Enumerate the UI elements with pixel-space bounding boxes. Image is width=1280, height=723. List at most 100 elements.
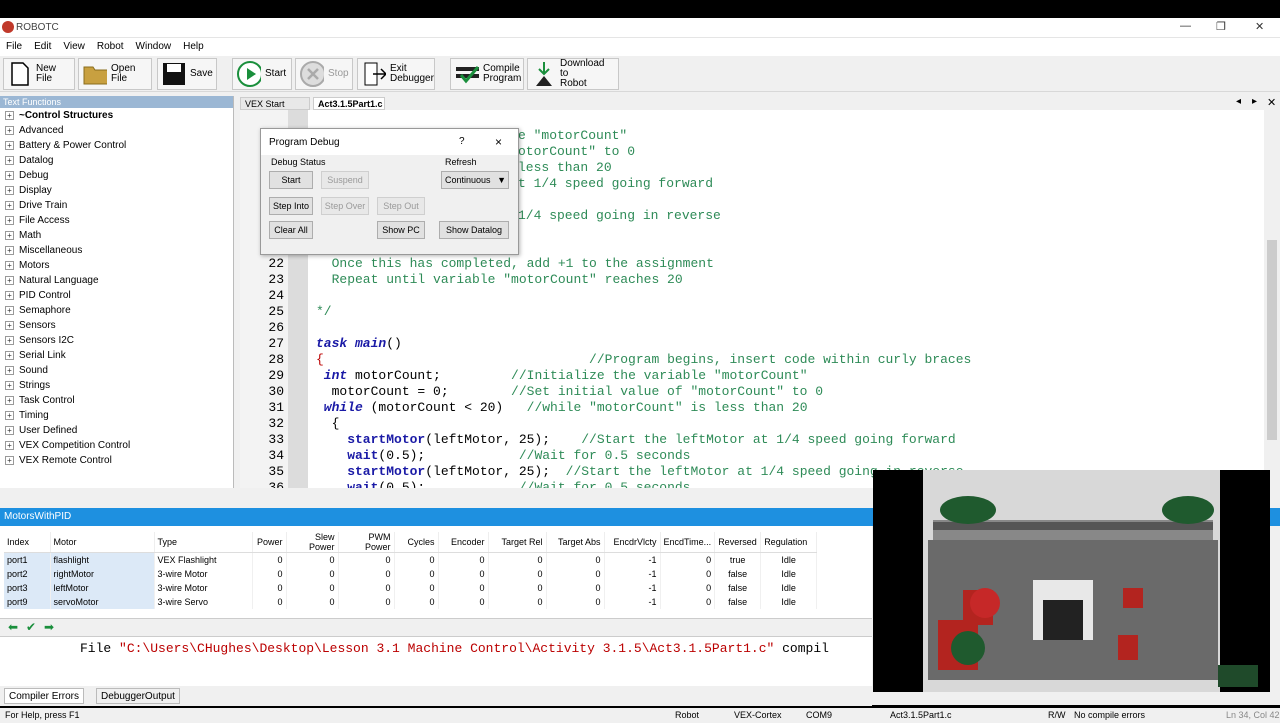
- tree-item[interactable]: + Semaphore: [0, 303, 233, 318]
- column-header[interactable]: Regulation: [760, 532, 818, 553]
- show-datalog-button[interactable]: Show Datalog: [439, 221, 509, 239]
- table-row[interactable]: port2 rightMotor 3-wire Motor 0 0 0 0 0 0 0 -1 0 fal…: [4, 566, 818, 581]
- tree-item[interactable]: + Strings: [0, 378, 233, 393]
- tree-item[interactable]: + Task Control: [0, 393, 233, 408]
- column-header[interactable]: Encoder: [438, 532, 489, 553]
- step-out-button[interactable]: Step Out: [377, 197, 425, 215]
- compiler-output[interactable]: File "C:\Users\CHughes\Desktop\Lesson 3.…: [0, 636, 872, 686]
- clear-all-button[interactable]: Clear All: [269, 221, 313, 239]
- expand-icon[interactable]: +: [5, 396, 14, 405]
- column-header[interactable]: Motor: [50, 532, 155, 553]
- expand-icon[interactable]: +: [5, 171, 14, 180]
- show-pc-button[interactable]: Show PC: [377, 221, 425, 239]
- expand-icon[interactable]: +: [5, 351, 14, 360]
- tree-item[interactable]: + Serial Link: [0, 348, 233, 363]
- scrollbar-thumb[interactable]: [1267, 240, 1277, 440]
- expand-icon[interactable]: +: [5, 246, 14, 255]
- menu-window[interactable]: Window: [130, 38, 178, 55]
- download-to-robot-button[interactable]: Download to Robot: [527, 58, 619, 90]
- help-icon[interactable]: ?: [459, 136, 465, 147]
- arrow-right-icon[interactable]: ➡: [44, 620, 54, 634]
- minimize-icon[interactable]: —: [1180, 20, 1191, 32]
- expand-icon[interactable]: +: [5, 441, 14, 450]
- column-header[interactable]: Type: [154, 532, 253, 553]
- tab-vex-start-page[interactable]: VEX Start Page: [240, 97, 310, 121]
- expand-icon[interactable]: +: [5, 306, 14, 315]
- close-tab-icon[interactable]: ✕: [1267, 96, 1276, 109]
- expand-icon[interactable]: +: [5, 336, 14, 345]
- expand-icon[interactable]: +: [5, 276, 14, 285]
- expand-icon[interactable]: +: [5, 381, 14, 390]
- tree-item[interactable]: + Datalog: [0, 153, 233, 168]
- expand-icon[interactable]: +: [5, 321, 14, 330]
- expand-icon[interactable]: +: [5, 291, 14, 300]
- tree-item[interactable]: + Display: [0, 183, 233, 198]
- tree-item[interactable]: + VEX Competition Control: [0, 438, 233, 453]
- menu-help[interactable]: Help: [177, 38, 210, 55]
- expand-icon[interactable]: +: [5, 456, 14, 465]
- new-file-button[interactable]: New File: [3, 58, 75, 90]
- exit-debugger-button[interactable]: Exit Debugger: [357, 58, 435, 90]
- column-header[interactable]: Slew Power: [286, 532, 339, 553]
- expand-icon[interactable]: +: [5, 411, 14, 420]
- expand-icon[interactable]: +: [5, 366, 14, 375]
- tree-item[interactable]: + PID Control: [0, 288, 233, 303]
- column-header[interactable]: Reversed: [714, 532, 762, 553]
- expand-icon[interactable]: +: [5, 261, 14, 270]
- tree-item[interactable]: + Debug: [0, 168, 233, 183]
- step-into-button[interactable]: Step Into: [269, 197, 313, 215]
- menu-edit[interactable]: Edit: [28, 38, 57, 55]
- expand-icon[interactable]: +: [5, 111, 14, 120]
- tree-item[interactable]: + VEX Remote Control: [0, 453, 233, 468]
- tree-item[interactable]: + Natural Language: [0, 273, 233, 288]
- tree-item[interactable]: + Miscellaneous: [0, 243, 233, 258]
- tree-item[interactable]: + File Access: [0, 213, 233, 228]
- menu-view[interactable]: View: [57, 38, 91, 55]
- expand-icon[interactable]: +: [5, 426, 14, 435]
- open-file-button[interactable]: Open File: [78, 58, 152, 90]
- tab-compiler-errors[interactable]: Compiler Errors: [4, 688, 85, 704]
- tree-item[interactable]: + Sound: [0, 363, 233, 378]
- table-row[interactable]: port9 servoMotor 3-wire Servo 0 0 0 0 0 0 0 -1 0 fal…: [4, 594, 818, 609]
- tab-left-arrow-icon[interactable]: ◂: [1236, 96, 1241, 107]
- tree-item[interactable]: + Battery & Power Control: [0, 138, 233, 153]
- tree-item[interactable]: + User Defined: [0, 423, 233, 438]
- column-header[interactable]: Index: [4, 532, 51, 553]
- tree-item[interactable]: + Math: [0, 228, 233, 243]
- start-button[interactable]: Start: [232, 58, 292, 90]
- step-over-button[interactable]: Step Over: [321, 197, 369, 215]
- tree-item[interactable]: + Advanced: [0, 123, 233, 138]
- refresh-select[interactable]: Continuous ▼: [441, 171, 509, 189]
- restore-icon[interactable]: ❐: [1216, 20, 1226, 33]
- expand-icon[interactable]: +: [5, 186, 14, 195]
- arrow-left-icon[interactable]: ⬅: [8, 620, 18, 634]
- stop-button[interactable]: Stop: [295, 58, 353, 90]
- tree-item[interactable]: + ~Control Structures: [0, 108, 233, 123]
- expand-icon[interactable]: +: [5, 126, 14, 135]
- menu-file[interactable]: File: [0, 38, 28, 55]
- expand-icon[interactable]: +: [5, 216, 14, 225]
- column-header[interactable]: Cycles: [394, 532, 439, 553]
- menu-robot[interactable]: Robot: [91, 38, 130, 55]
- save-button[interactable]: Save: [157, 58, 217, 90]
- table-row[interactable]: port1 flashlight VEX Flashlight 0 0 0 0 0 0 0 -1 0 t…: [4, 552, 818, 567]
- compile-program-button[interactable]: Compile Program: [450, 58, 524, 90]
- suspend-button[interactable]: Suspend: [321, 171, 369, 189]
- expand-icon[interactable]: +: [5, 156, 14, 165]
- editor-vertical-scrollbar[interactable]: [1264, 110, 1280, 488]
- expand-icon[interactable]: +: [5, 231, 14, 240]
- column-header[interactable]: Target Abs: [546, 532, 605, 553]
- column-header[interactable]: EncdrVlcty: [604, 532, 661, 553]
- table-row[interactable]: port3 leftMotor 3-wire Motor 0 0 0 0 0 0 0 -1 0 fals…: [4, 580, 818, 595]
- column-header[interactable]: Power: [252, 532, 287, 553]
- tree-item[interactable]: + Motors: [0, 258, 233, 273]
- check-icon[interactable]: ✔: [26, 620, 36, 634]
- close-dialog-icon[interactable]: ×: [495, 135, 502, 149]
- tree-item[interactable]: + Sensors: [0, 318, 233, 333]
- column-header[interactable]: PWM Power: [338, 532, 395, 553]
- column-header[interactable]: EncdTime...: [660, 532, 716, 553]
- tab-right-arrow-icon[interactable]: ▸: [1252, 96, 1257, 107]
- debug-start-button[interactable]: Start: [269, 171, 313, 189]
- expand-icon[interactable]: +: [5, 141, 14, 150]
- expand-icon[interactable]: +: [5, 201, 14, 210]
